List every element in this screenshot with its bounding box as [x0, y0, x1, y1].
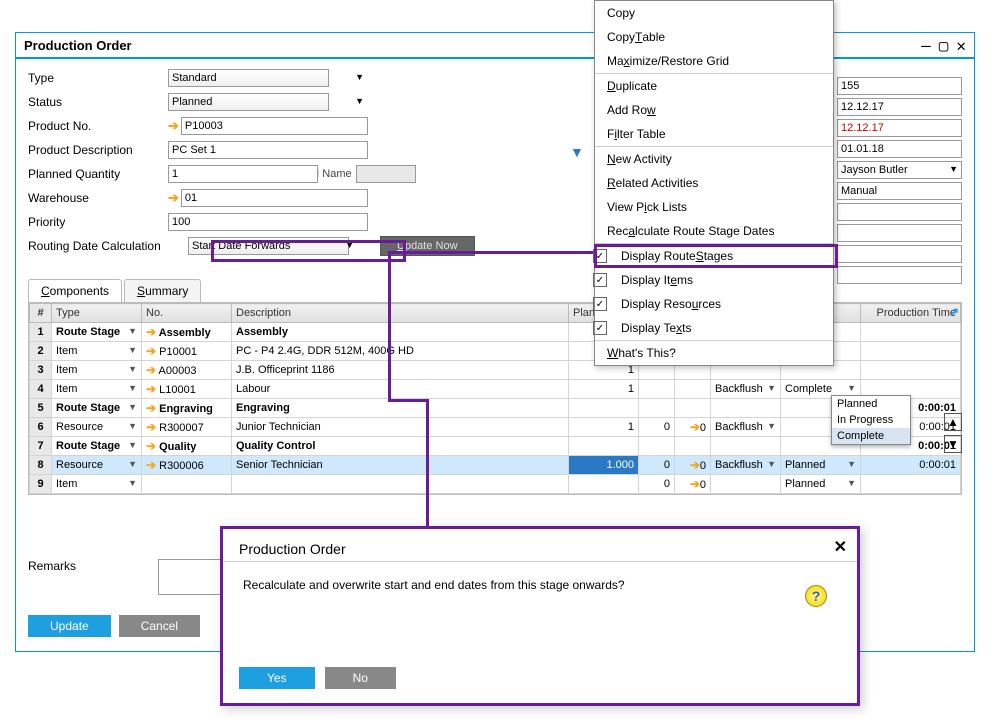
- ctx-copy-table[interactable]: Copy Table: [595, 25, 833, 49]
- status-option-planned[interactable]: Planned: [832, 396, 910, 412]
- product-no-label: Product No.: [28, 119, 168, 133]
- col-type[interactable]: Type: [52, 304, 142, 323]
- table-row[interactable]: 9Item▼0➔0Planned▼: [30, 475, 961, 494]
- warehouse-label: Warehouse: [28, 191, 168, 205]
- ctx-display-stages[interactable]: ✓Display Route Stages: [595, 243, 833, 268]
- ctx-filter[interactable]: Filter Table: [595, 122, 833, 146]
- link-arrow-icon[interactable]: ➔: [168, 118, 179, 134]
- move-down-button[interactable]: ▼: [944, 435, 962, 453]
- ctx-maximize[interactable]: Maximize/Restore Grid: [595, 49, 833, 73]
- planned-qty-label: Planned Quantity: [28, 167, 168, 181]
- ctx-related-activities[interactable]: Related Activities: [595, 171, 833, 195]
- blank-input-3[interactable]: [837, 245, 962, 263]
- dialog-close-icon[interactable]: ✕: [834, 537, 847, 557]
- ctx-new-activity[interactable]: New Activity: [595, 146, 833, 171]
- tab-components[interactable]: Components: [28, 279, 122, 302]
- ctx-whats-this[interactable]: What's This?: [595, 340, 833, 365]
- connector: [390, 251, 594, 254]
- connector: [426, 399, 429, 527]
- blank-input-4[interactable]: [837, 266, 962, 284]
- dialog-message: Recalculate and overwrite start and end …: [223, 562, 857, 608]
- dialog-title: Production Order: [223, 529, 857, 562]
- move-up-button[interactable]: ▲: [944, 413, 962, 431]
- right-panel: [832, 77, 962, 287]
- product-desc-label: Product Description: [28, 143, 168, 157]
- minimize-icon[interactable]: —: [921, 36, 931, 55]
- window-controls: — ▢ ✕: [921, 36, 966, 55]
- remarks-label: Remarks: [28, 559, 158, 573]
- window-title: Production Order: [24, 38, 132, 53]
- uom-input: [356, 165, 416, 183]
- filter-icon: ▼: [570, 144, 584, 160]
- routing-label: Routing Date Calculation: [28, 239, 188, 253]
- warehouse-input[interactable]: [181, 189, 368, 207]
- date2-input[interactable]: [837, 119, 962, 137]
- product-desc-input[interactable]: [168, 141, 368, 159]
- cancel-button[interactable]: Cancel: [119, 615, 200, 637]
- table-row[interactable]: 5Route Stage▼➔ EngravingEngraving0:00:01: [30, 399, 961, 418]
- tab-summary[interactable]: Summary: [124, 279, 201, 302]
- close-icon[interactable]: ✕: [956, 36, 966, 55]
- maximize-icon[interactable]: ▢: [939, 36, 949, 55]
- status-select[interactable]: [168, 93, 329, 111]
- table-row[interactable]: 7Route Stage▼➔ QualityQuality Control0:0…: [30, 437, 961, 456]
- date1-input[interactable]: [837, 98, 962, 116]
- confirm-dialog: Production Order ✕ Recalculate and overw…: [220, 526, 860, 706]
- priority-input[interactable]: [168, 213, 368, 231]
- ctx-copy[interactable]: Copy: [595, 1, 833, 25]
- blank-input-2[interactable]: [837, 224, 962, 242]
- dialog-yes-button[interactable]: Yes: [239, 667, 315, 689]
- routing-select[interactable]: [188, 237, 349, 255]
- col-no[interactable]: No.: [142, 304, 232, 323]
- status-dropdown[interactable]: Planned In Progress Complete: [831, 395, 911, 445]
- status-option-inprogress[interactable]: In Progress: [832, 412, 910, 428]
- product-no-input[interactable]: [181, 117, 368, 135]
- type-label: Type: [28, 71, 168, 85]
- table-row[interactable]: 4Item▼➔ L10001Labour1Backflush▼Complete▼: [30, 380, 961, 399]
- question-icon: ?: [805, 585, 827, 607]
- planned-qty-input[interactable]: [168, 165, 318, 183]
- priority-label: Priority: [28, 215, 168, 229]
- col-num[interactable]: #: [30, 304, 52, 323]
- status-label: Status: [28, 95, 168, 109]
- status-option-complete[interactable]: Complete: [832, 428, 910, 444]
- update-button[interactable]: Update: [28, 615, 111, 637]
- connector: [388, 251, 391, 401]
- employee-select[interactable]: [837, 161, 962, 179]
- ctx-pick-lists[interactable]: View Pick Lists: [595, 195, 833, 219]
- ctx-display-resources[interactable]: ✓Display Resources: [595, 292, 833, 316]
- col-prodtime[interactable]: Production Time: [861, 304, 961, 323]
- ctx-recalculate[interactable]: Recalculate Route Stage Dates: [595, 219, 833, 243]
- ctx-display-texts[interactable]: ✓Display Texts: [595, 316, 833, 340]
- doc-number-input[interactable]: [837, 77, 962, 95]
- col-desc[interactable]: Description: [232, 304, 569, 323]
- table-row[interactable]: 8Resource▼➔ R300006Senior Technician1.00…: [30, 456, 961, 475]
- date3-input[interactable]: [837, 140, 962, 158]
- ctx-add-row[interactable]: Add Row: [595, 98, 833, 122]
- ctx-display-items[interactable]: ✓Display Items: [595, 268, 833, 292]
- type-select[interactable]: [168, 69, 329, 87]
- connector: [388, 399, 428, 402]
- expand-grid-icon[interactable]: ↗: [949, 305, 959, 319]
- link-arrow-icon[interactable]: ➔: [168, 190, 179, 206]
- ctx-duplicate[interactable]: Duplicate: [595, 73, 833, 98]
- context-menu: Copy Copy Table Maximize/Restore Grid Du…: [594, 0, 834, 366]
- blank-input-1[interactable]: [837, 203, 962, 221]
- dialog-no-button[interactable]: No: [325, 667, 396, 689]
- table-row[interactable]: 6Resource▼➔ R300007Junior Technician10➔0…: [30, 418, 961, 437]
- origin-input[interactable]: [837, 182, 962, 200]
